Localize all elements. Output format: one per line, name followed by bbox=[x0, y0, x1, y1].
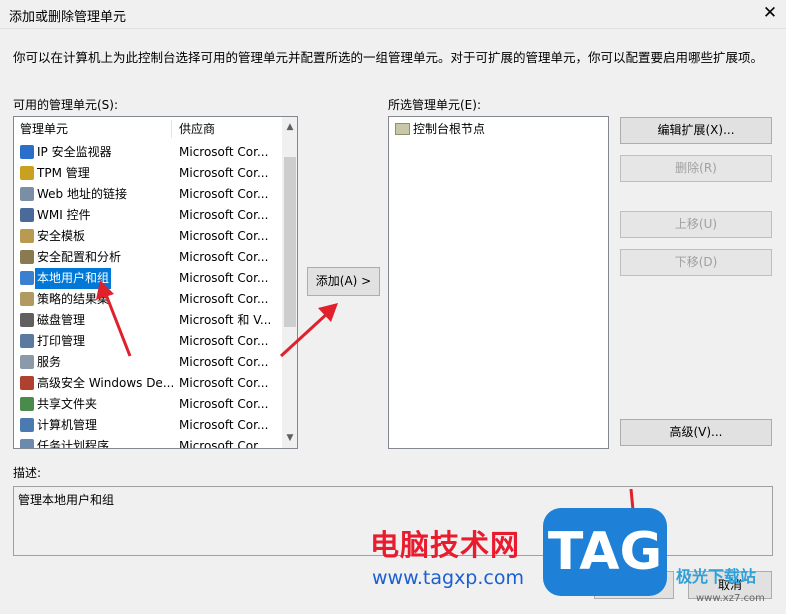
folder-icon bbox=[395, 123, 410, 135]
snapin-name: 计算机管理 bbox=[37, 418, 98, 432]
snapin-vendor: Microsoft Cor... bbox=[179, 229, 269, 243]
snapin-row[interactable]: 计算机管理 Microsoft Cor... bbox=[14, 415, 282, 436]
ip-monitor-icon bbox=[20, 145, 34, 159]
snapin-name: Web 地址的链接 bbox=[37, 187, 127, 201]
advanced-button[interactable]: 高级(V)... bbox=[620, 419, 772, 446]
move-down-button[interactable]: 下移(D) bbox=[620, 249, 772, 276]
watermark-tag-logo: TAG bbox=[543, 508, 667, 596]
window-title: 添加或删除管理单元 bbox=[9, 10, 127, 25]
task-scheduler-icon bbox=[20, 439, 34, 448]
snapin-name: 高级安全 Windows De... bbox=[37, 376, 173, 390]
scroll-down-icon[interactable]: ▼ bbox=[282, 430, 297, 446]
scroll-up-icon[interactable]: ▲ bbox=[282, 119, 297, 135]
move-up-button[interactable]: 上移(U) bbox=[620, 211, 772, 238]
console-root-label: 控制台根节点 bbox=[413, 122, 486, 136]
selected-snapins-list[interactable]: 控制台根节点 bbox=[388, 116, 609, 449]
snapin-row[interactable]: WMI 控件 Microsoft Cor... bbox=[14, 205, 282, 226]
snapin-name: IP 安全监视器 bbox=[37, 145, 112, 159]
snapin-name: 打印管理 bbox=[37, 334, 86, 348]
template-icon bbox=[20, 229, 34, 243]
security-config-icon bbox=[20, 250, 34, 264]
users-icon bbox=[20, 271, 34, 285]
watermark-site-url: www.tagxp.com bbox=[372, 567, 524, 589]
snapin-row[interactable]: 服务 Microsoft Cor... bbox=[14, 352, 282, 373]
scroll-thumb[interactable] bbox=[284, 157, 296, 327]
edit-extensions-button[interactable]: 编辑扩展(X)... bbox=[620, 117, 772, 144]
disk-icon bbox=[20, 313, 34, 327]
snapin-vendor: Microsoft 和 V... bbox=[179, 313, 272, 327]
snapin-vendor: Microsoft Cor... bbox=[179, 166, 269, 180]
snapin-row[interactable]: 任务计划程序 Microsoft Cor... bbox=[14, 436, 282, 449]
snapin-vendor: Microsoft Cor... bbox=[179, 187, 269, 201]
close-icon[interactable]: ✕ bbox=[761, 4, 779, 22]
console-root-node[interactable]: 控制台根节点 bbox=[395, 121, 485, 137]
add-button[interactable]: 添加(A) > bbox=[307, 267, 380, 296]
snapin-vendor: Microsoft Cor... bbox=[179, 292, 269, 306]
services-gear-icon bbox=[20, 355, 34, 369]
snapin-vendor: Microsoft Cor... bbox=[179, 208, 269, 222]
remove-button[interactable]: 删除(R) bbox=[620, 155, 772, 182]
column-header-name[interactable]: 管理单元 bbox=[20, 117, 68, 141]
snapin-row[interactable]: 高级安全 Windows De... Microsoft Cor... bbox=[14, 373, 282, 394]
vertical-scrollbar[interactable]: ▲ ▼ bbox=[282, 117, 297, 448]
snapin-name: 磁盘管理 bbox=[37, 313, 86, 327]
snapin-vendor: Microsoft Cor... bbox=[179, 145, 269, 159]
snapin-vendor: Microsoft Cor... bbox=[179, 334, 269, 348]
snapin-row[interactable]: IP 安全监视器 Microsoft Cor... bbox=[14, 142, 282, 163]
title-divider bbox=[0, 28, 786, 29]
snapin-name: 服务 bbox=[37, 355, 62, 369]
firewall-icon bbox=[20, 376, 34, 390]
watermark-site-name: 电脑技术网 bbox=[370, 528, 521, 562]
watermark-download-site: 极光下载站 bbox=[676, 567, 757, 586]
snapin-name: 安全配置和分析 bbox=[37, 250, 122, 264]
snapin-name: 安全模板 bbox=[37, 229, 86, 243]
tpm-chip-icon bbox=[20, 166, 34, 180]
snapin-name: 策略的结果集 bbox=[37, 292, 110, 306]
policy-icon bbox=[20, 292, 34, 306]
column-divider[interactable] bbox=[171, 120, 172, 138]
snapin-name: WMI 控件 bbox=[37, 208, 91, 222]
snapin-row[interactable]: Web 地址的链接 Microsoft Cor... bbox=[14, 184, 282, 205]
shared-folder-icon bbox=[20, 397, 34, 411]
snapin-row[interactable]: 磁盘管理 Microsoft 和 V... bbox=[14, 310, 282, 331]
wmi-icon bbox=[20, 208, 34, 222]
column-header-vendor[interactable]: 供应商 bbox=[179, 117, 215, 141]
snapin-name: TPM 管理 bbox=[37, 166, 90, 180]
snapin-vendor: Microsoft Cor... bbox=[179, 418, 269, 432]
snapin-vendor: Microsoft Cor... bbox=[179, 355, 269, 369]
watermark-download-url: www.xz7.com bbox=[696, 593, 765, 604]
snapin-vendor: Microsoft Cor... bbox=[179, 250, 269, 264]
available-snapins-list[interactable]: 管理单元 供应商 IP 安全监视器 Microsoft Cor... TPM 管理 M… bbox=[13, 116, 298, 449]
snapin-row[interactable]: 共享文件夹 Microsoft Cor... bbox=[14, 394, 282, 415]
snapin-row[interactable]: 打印管理 Microsoft Cor... bbox=[14, 331, 282, 352]
description-text: 管理本地用户和组 bbox=[18, 493, 115, 507]
snapin-row[interactable]: 安全配置和分析 Microsoft Cor... bbox=[14, 247, 282, 268]
printer-icon bbox=[20, 334, 34, 348]
snapin-row[interactable]: 本地用户和组 Microsoft Cor... bbox=[14, 268, 282, 289]
snapin-name: 共享文件夹 bbox=[37, 397, 98, 411]
snapin-vendor: Microsoft Cor... bbox=[179, 271, 269, 285]
available-label: 可用的管理单元(S): bbox=[13, 98, 119, 112]
snapin-row[interactable]: TPM 管理 Microsoft Cor... bbox=[14, 163, 282, 184]
snapin-vendor: Microsoft Cor... bbox=[179, 397, 269, 411]
selected-label: 所选管理单元(E): bbox=[388, 98, 481, 112]
computer-mgmt-icon bbox=[20, 418, 34, 432]
snapin-name: 任务计划程序 bbox=[37, 439, 110, 449]
web-link-icon bbox=[20, 187, 34, 201]
snapin-vendor: Microsoft Cor... bbox=[179, 376, 269, 390]
snapin-row[interactable]: 安全模板 Microsoft Cor... bbox=[14, 226, 282, 247]
snapin-name: 本地用户和组 bbox=[35, 268, 112, 289]
description-label: 描述: bbox=[13, 466, 42, 480]
snapin-row[interactable]: 策略的结果集 Microsoft Cor... bbox=[14, 289, 282, 310]
intro-text: 你可以在计算机上为此控制台选择可用的管理单元并配置所选的一组管理单元。对于可扩展… bbox=[13, 50, 764, 65]
snapin-vendor: Microsoft Cor... bbox=[179, 439, 269, 449]
